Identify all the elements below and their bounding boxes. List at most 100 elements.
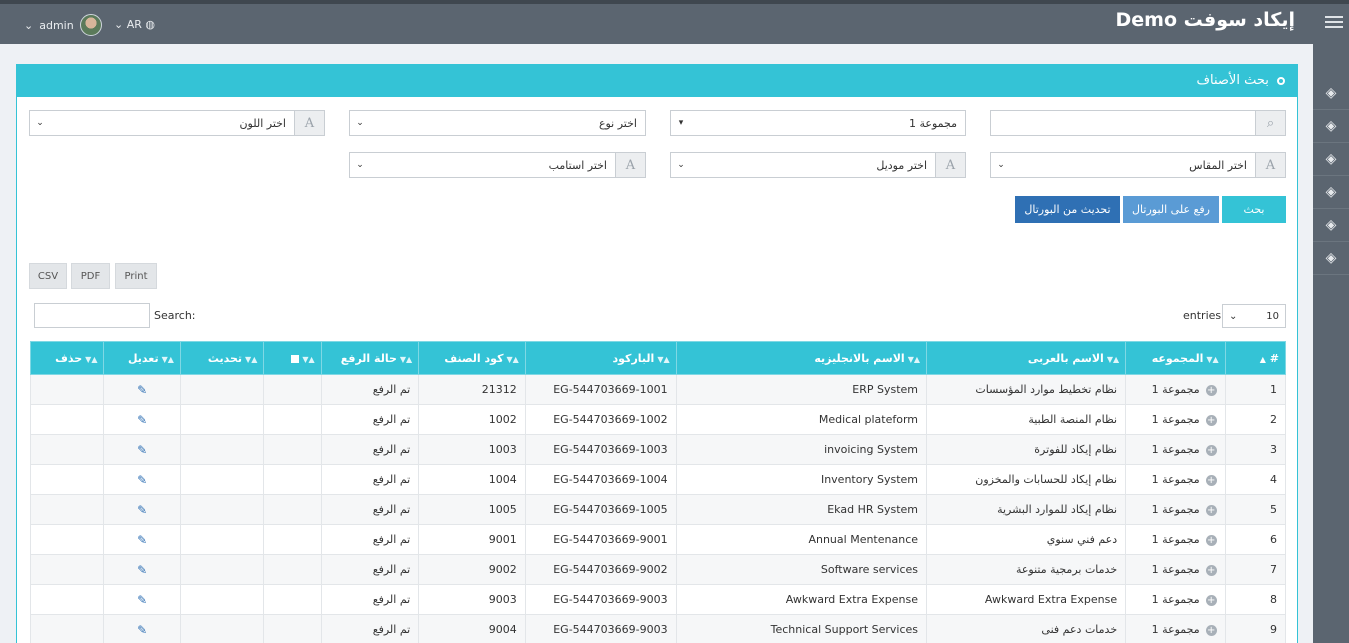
sidebar-item-3[interactable]: ◈: [1313, 143, 1349, 176]
entries-label: entries: [1183, 309, 1222, 322]
sidebar-item-5[interactable]: ◈: [1313, 209, 1349, 242]
row-select: [263, 614, 322, 643]
edit-pencil-icon[interactable]: ✎: [112, 503, 171, 517]
update-portal-button[interactable]: تحديث من البورتال: [1015, 196, 1120, 223]
row-number-text: 6: [1270, 533, 1277, 546]
row-english-name: Inventory System: [675, 464, 928, 495]
row-upload-status-text: تم الرفع: [372, 413, 411, 426]
top-bar: إيكاد سوفت Demo ⌄ AR ◍ ⌄ admin: [0, 0, 1349, 44]
edit-pencil-icon[interactable]: ✎: [112, 383, 171, 397]
search-button[interactable]: بحث: [1222, 196, 1286, 223]
row-arabic-name-text: نظام تخطيط موارد المؤسسات: [975, 383, 1118, 396]
size-select[interactable]: ⌄ اختر المقاس A: [990, 152, 1286, 178]
row-update: [179, 494, 265, 525]
sort-icon: ▲▼: [907, 354, 921, 364]
row-delete: [29, 524, 105, 555]
app-brand[interactable]: إيكاد سوفت Demo: [1116, 9, 1295, 31]
col-header-arabic-name[interactable]: ▲▼الاسم بالعربى: [926, 341, 1127, 375]
row-edit[interactable]: ✎: [103, 404, 181, 435]
col-header-barcode[interactable]: ▲▼الباركود: [524, 341, 677, 375]
edit-pencil-icon[interactable]: ✎: [112, 563, 171, 577]
expand-row-icon[interactable]: +: [1205, 474, 1217, 486]
row-edit[interactable]: ✎: [103, 494, 181, 525]
col-header-update[interactable]: ▲▼تحديث: [179, 341, 265, 375]
col-header-item-code[interactable]: ▲▼كود الصنف: [418, 341, 526, 375]
edit-pencil-icon[interactable]: ✎: [112, 473, 171, 487]
expand-row-icon[interactable]: +: [1205, 594, 1217, 606]
row-edit[interactable]: ✎: [103, 584, 181, 615]
col-header-english-name[interactable]: ▲▼الاسم بالانجليزيه: [675, 341, 928, 375]
row-number: 5: [1224, 494, 1287, 525]
edit-pencil-icon[interactable]: ✎: [112, 533, 171, 547]
row-english-name-text: Awkward Extra Expense: [785, 593, 919, 606]
col-header-edit[interactable]: ▲▼تعديل: [103, 341, 181, 375]
row-edit[interactable]: ✎: [103, 554, 181, 585]
color-select[interactable]: ⌄ اختر اللون A: [29, 110, 325, 136]
expand-row-icon[interactable]: +: [1205, 624, 1217, 636]
layers-icon: ◈: [1325, 151, 1337, 167]
row-english-name-text: Medical plateform: [818, 413, 919, 426]
edit-pencil-icon[interactable]: ✎: [112, 413, 171, 427]
row-delete: [29, 434, 105, 465]
col-header-number[interactable]: # ▲: [1224, 341, 1287, 375]
row-edit[interactable]: ✎: [103, 434, 181, 465]
sort-icon: ▲▼: [245, 354, 258, 364]
row-upload-status: تم الرفع: [320, 404, 420, 435]
row-english-name: Annual Mentenance: [675, 524, 928, 555]
expand-row-icon[interactable]: +: [1205, 444, 1217, 456]
type-select[interactable]: ⌄ اختر نوع: [349, 110, 646, 136]
row-edit[interactable]: ✎: [103, 524, 181, 555]
sidebar-item-1[interactable]: ◈: [1313, 77, 1349, 110]
expand-row-icon[interactable]: +: [1205, 564, 1217, 576]
row-edit[interactable]: ✎: [103, 374, 181, 405]
search-icon[interactable]: ⌕: [1255, 111, 1285, 135]
model-select[interactable]: ⌄ اختر موديل A: [670, 152, 966, 178]
language-selector[interactable]: ⌄ AR ◍: [114, 18, 155, 31]
table-row: 4 + مجموعة 1 نظام إيكاد للحسابات والمخزون In…: [29, 464, 1287, 495]
expand-row-icon[interactable]: +: [1205, 504, 1217, 516]
search-field[interactable]: ⌕: [990, 110, 1286, 136]
sidebar-item-4[interactable]: ◈: [1313, 176, 1349, 209]
expand-row-icon[interactable]: +: [1205, 534, 1217, 546]
col-header-select-all[interactable]: ▲▼: [263, 341, 322, 375]
row-delete: [29, 494, 105, 525]
menu-toggle-icon[interactable]: [1325, 16, 1343, 30]
row-group: + مجموعة 1: [1125, 584, 1226, 615]
table-row: 6 + مجموعة 1 دعم فني سنوي Annual Mentenance E…: [29, 524, 1287, 555]
row-barcode-text: EG-544703669-1004: [553, 473, 668, 486]
expand-row-icon[interactable]: +: [1205, 414, 1217, 426]
col-header-delete[interactable]: ▲▼حذف: [29, 341, 105, 375]
user-menu[interactable]: ⌄ admin: [24, 14, 102, 36]
sidebar-item-6[interactable]: ◈: [1313, 242, 1349, 275]
row-edit[interactable]: ✎: [103, 464, 181, 495]
pdf-button[interactable]: PDF: [71, 263, 110, 289]
row-edit[interactable]: ✎: [103, 614, 181, 643]
sidebar-item-2[interactable]: ◈: [1313, 110, 1349, 143]
row-group-text: مجموعة 1: [1151, 413, 1200, 426]
row-group: + مجموعة 1: [1125, 614, 1226, 643]
expand-row-icon[interactable]: +: [1205, 384, 1217, 396]
table-row: 5 + مجموعة 1 نظام إيكاد للموارد البشرية Ekad…: [29, 494, 1287, 525]
stamp-select[interactable]: ⌄ اختر استامب A: [349, 152, 646, 178]
print-button[interactable]: Print: [115, 263, 157, 289]
row-english-name-text: ERP System: [852, 383, 919, 396]
row-number-text: 2: [1270, 413, 1277, 426]
layers-icon: ◈: [1325, 118, 1337, 134]
edit-pencil-icon[interactable]: ✎: [112, 443, 171, 457]
upload-portal-button[interactable]: رفع على البورتال: [1123, 196, 1219, 223]
edit-pencil-icon[interactable]: ✎: [112, 623, 171, 637]
edit-pencil-icon[interactable]: ✎: [112, 593, 171, 607]
col-header-upload-status[interactable]: ▲▼حالة الرفع: [320, 341, 420, 375]
row-arabic-name: نظام تخطيط موارد المؤسسات: [926, 374, 1127, 405]
table-row: 8 + مجموعة 1 Awkward Extra Expense Awkward E…: [29, 584, 1287, 615]
row-english-name: ERP System: [675, 374, 928, 405]
row-barcode-text: EG-544703669-9001: [553, 533, 668, 546]
select-all-checkbox[interactable]: [291, 354, 300, 363]
group-select[interactable]: ▾ مجموعة 1: [670, 110, 966, 136]
table-search-input[interactable]: [34, 303, 150, 328]
entries-select[interactable]: ⌄ 10: [1222, 304, 1286, 328]
col-header-group[interactable]: ▲▼المجموعه: [1125, 341, 1226, 375]
sort-icon: ▲▼: [657, 354, 670, 364]
row-group-text: مجموعة 1: [1151, 503, 1200, 516]
csv-button[interactable]: CSV: [29, 263, 67, 289]
